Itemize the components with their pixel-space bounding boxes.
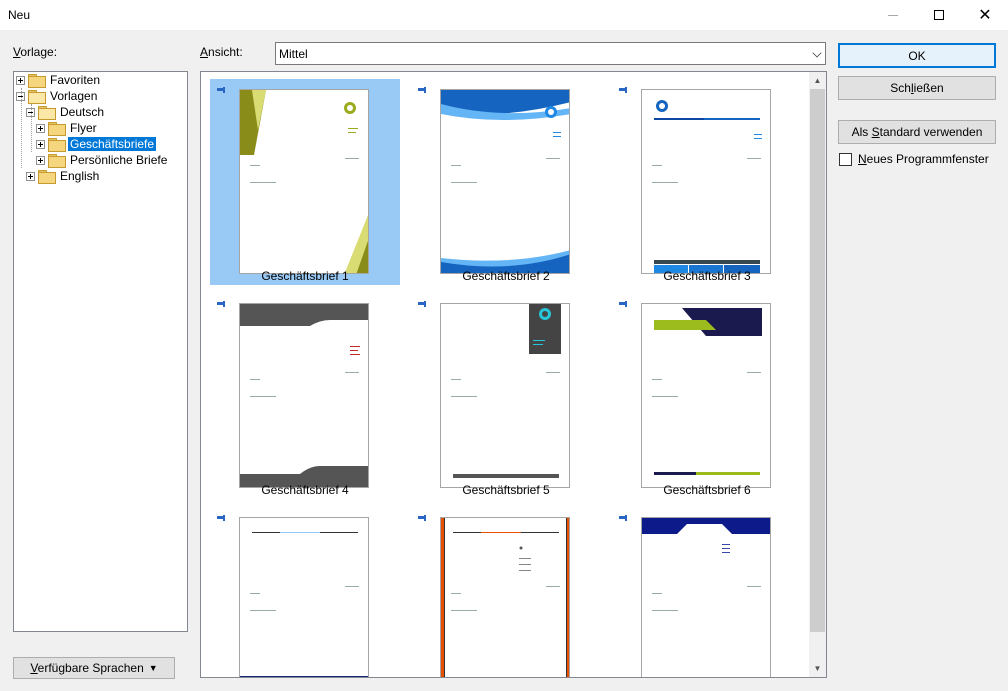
minimize-icon (888, 14, 898, 16)
chevron-down-icon (812, 48, 822, 58)
pin-icon[interactable] (619, 301, 627, 307)
expand-icon[interactable] (16, 75, 25, 85)
set-default-button[interactable]: Als Standard verwenden (838, 120, 996, 144)
vertical-scrollbar[interactable]: ▲ ▼ (809, 72, 826, 677)
scroll-thumb[interactable] (810, 89, 825, 632)
new-window-label: Neues Programmfenster (858, 152, 989, 166)
pin-icon[interactable] (619, 515, 627, 521)
template-name: Geschäftsbrief 4 (261, 483, 349, 497)
close-button-label: Schließen (890, 81, 944, 95)
template-preview (440, 89, 570, 274)
pin-icon[interactable] (217, 87, 225, 93)
tree-item-label: English (60, 169, 100, 183)
template-preview (239, 303, 369, 488)
folder-icon (48, 138, 66, 152)
template-preview (641, 517, 771, 677)
set-default-button-label: Als Standard verwenden (851, 125, 983, 139)
template-preview (641, 89, 771, 274)
template-item[interactable]: Geschäftsbrief 5 (411, 293, 601, 499)
folder-icon (28, 74, 46, 88)
tree-item-geschäftsbriefe[interactable]: Geschäftsbriefe (36, 136, 157, 152)
template-preview (641, 303, 771, 488)
tree-item-persönliche-briefe[interactable]: Persönliche Briefe (36, 152, 169, 168)
scroll-up-icon[interactable]: ▲ (809, 72, 826, 89)
template-folder-tree[interactable]: Favoriten Vorlagen Deutsch Flyer Geschäftsbr… (13, 71, 188, 632)
available-languages-button[interactable]: Verfügbare Sprachen ▼ (13, 657, 175, 679)
tree-item-deutsch[interactable]: Deutsch (26, 104, 106, 120)
pin-icon[interactable] (217, 301, 225, 307)
template-name: Geschäftsbrief 2 (462, 269, 550, 283)
ok-button-label: OK (908, 48, 926, 63)
template-item[interactable] (210, 507, 400, 677)
folder-icon (48, 154, 66, 168)
tree-item-label: Persönliche Briefe (70, 153, 168, 167)
vorlage-label: Vorlage: (13, 45, 58, 59)
expand-icon[interactable] (36, 139, 45, 149)
new-window-checkbox[interactable] (839, 152, 852, 166)
tree-item-label: Deutsch (60, 105, 105, 119)
tree-item-vorlagen[interactable]: Vorlagen (16, 88, 99, 104)
template-name: Geschäftsbrief 1 (261, 269, 349, 283)
pin-icon[interactable] (418, 87, 426, 93)
ansicht-label: Ansicht: (200, 45, 243, 59)
expand-icon[interactable] (26, 171, 35, 181)
scroll-down-icon[interactable]: ▼ (809, 660, 826, 677)
pin-icon[interactable] (418, 301, 426, 307)
expand-icon[interactable] (36, 155, 45, 165)
pin-icon[interactable] (619, 87, 627, 93)
template-item[interactable]: Geschäftsbrief 2 (411, 79, 601, 285)
folder-icon (48, 122, 66, 136)
tree-item-label: Vorlagen (50, 89, 98, 103)
title-bar: Neu ✕ (0, 0, 1008, 30)
folder-icon (28, 90, 46, 104)
maximize-icon (934, 10, 944, 20)
template-preview (440, 303, 570, 488)
template-name: Geschäftsbrief 3 (663, 269, 751, 283)
tree-item-label: Geschäftsbriefe (68, 137, 157, 151)
close-button[interactable]: Schließen (838, 76, 996, 100)
close-window-button[interactable]: ✕ (962, 0, 1008, 30)
template-name: Geschäftsbrief 5 (462, 483, 550, 497)
close-icon: ✕ (978, 7, 992, 24)
template-grid[interactable]: Geschäftsbrief 6 Geschäftsbrief 5 Geschäft… (200, 71, 827, 678)
tree-connector (21, 88, 22, 168)
template-preview (239, 517, 369, 677)
folder-icon (38, 170, 56, 184)
template-name: Geschäftsbrief 6 (663, 483, 751, 497)
dropdown-arrow-icon: ▼ (148, 663, 158, 673)
template-item[interactable]: Geschäftsbrief 3 (612, 79, 802, 285)
template-item[interactable]: Geschäftsbrief 1 (210, 79, 400, 285)
view-select[interactable]: Mittel (275, 42, 826, 65)
minimize-button[interactable] (870, 0, 916, 30)
tree-item-label: Favoriten (50, 73, 101, 87)
template-item[interactable] (612, 507, 802, 677)
window-title: Neu (8, 8, 31, 22)
view-select-value: Mittel (279, 46, 308, 61)
expand-icon[interactable] (36, 123, 45, 133)
tree-item-favoriten[interactable]: Favoriten (16, 72, 102, 88)
available-languages-label: Verfügbare Sprachen (30, 661, 144, 675)
template-item[interactable] (411, 507, 601, 677)
tree-item-label: Flyer (70, 121, 97, 135)
tree-connector (31, 104, 32, 152)
template-item[interactable]: Geschäftsbrief 6 (612, 293, 802, 499)
template-preview (440, 517, 570, 677)
maximize-button[interactable] (916, 0, 962, 30)
pin-icon[interactable] (217, 515, 225, 521)
pin-icon[interactable] (418, 515, 426, 521)
template-preview (239, 89, 369, 274)
new-window-option[interactable]: Neues Programmfenster (839, 152, 989, 166)
tree-item-english[interactable]: English (26, 168, 101, 184)
ok-button[interactable]: OK (838, 43, 996, 68)
template-item[interactable]: Geschäftsbrief 4 (210, 293, 400, 499)
folder-icon (38, 106, 56, 120)
tree-item-flyer[interactable]: Flyer (36, 120, 99, 136)
